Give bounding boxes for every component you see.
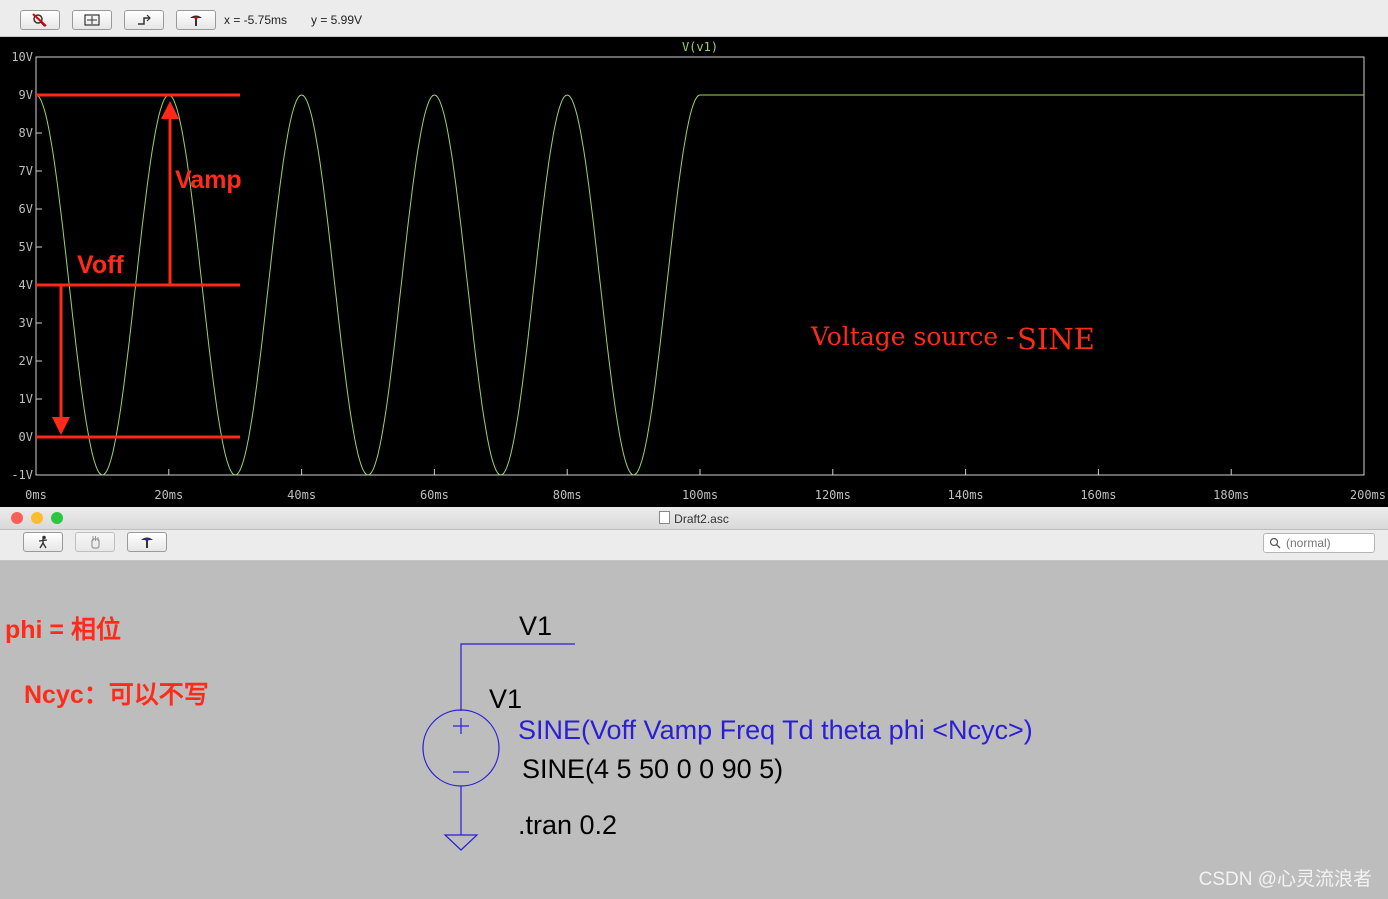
cursor-x-readout: x = -5.75ms <box>224 13 288 27</box>
x-tick-label: 200ms <box>1350 488 1386 502</box>
hand-icon <box>91 536 100 549</box>
component-name-v1[interactable]: V1 <box>489 684 522 715</box>
search-box[interactable] <box>1263 533 1375 553</box>
trace-title[interactable]: V(v1) <box>682 40 718 54</box>
annotation-phi: phi = 相位 <box>5 616 121 644</box>
y-tick-label: 8V <box>19 126 33 140</box>
run-icon <box>38 535 48 549</box>
zoom-back-icon <box>138 14 151 25</box>
x-tick-label: 140ms <box>948 488 984 502</box>
schematic-toolbar <box>0 530 1388 561</box>
x-tick-label: 160ms <box>1080 488 1116 502</box>
y-tick-label: 2V <box>19 354 33 368</box>
search-input[interactable] <box>1286 536 1371 550</box>
watermark: CSDN @心灵流浪者 <box>1198 869 1372 890</box>
annot-vamp-arrowhead <box>161 101 179 119</box>
zoom-full-icon <box>84 14 100 26</box>
annotation-title-sine: SINE <box>1017 322 1095 356</box>
y-tick-label: -1V <box>11 468 33 482</box>
halt-button[interactable] <box>75 532 115 552</box>
annotation-title-prefix: Voltage source - <box>811 322 1015 351</box>
y-tick-label: 6V <box>19 202 33 216</box>
y-tick-label: 0V <box>19 430 33 444</box>
cursor-y-readout: y = 5.99V <box>311 13 363 27</box>
zoom-back-button[interactable] <box>124 10 164 30</box>
annotation-vamp: Vamp <box>175 166 242 194</box>
probe-icon <box>141 537 153 548</box>
ground-symbol[interactable] <box>443 834 479 851</box>
spice-directive[interactable]: .tran 0.2 <box>518 810 617 841</box>
x-tick-label: 40ms <box>287 488 316 502</box>
component-value[interactable]: SINE(4 5 50 0 0 90 5) <box>522 754 783 785</box>
zoom-cancel-icon <box>32 13 47 27</box>
run-button[interactable] <box>23 532 63 552</box>
zoom-full-button[interactable] <box>72 10 112 30</box>
probe-icon <box>190 15 202 26</box>
schematic-canvas[interactable]: V1 V1 SINE(Voff Vamp Freq Td theta phi <… <box>0 561 1388 899</box>
y-tick-label: 10V <box>11 50 33 64</box>
x-tick-label: 180ms <box>1213 488 1249 502</box>
document-icon <box>659 511 671 524</box>
annot-voff-arrowhead <box>52 417 70 435</box>
y-tick-label: 7V <box>19 164 33 178</box>
y-tick-label: 5V <box>19 240 33 254</box>
x-tick-label: 80ms <box>553 488 582 502</box>
plot-frame <box>35 56 1365 476</box>
waveform-plot[interactable]: 10V 9V 8V 7V 6V 5V 4V 3V 2V 1V 0V -1V 0ms 20ms 40ms 60m… <box>0 37 1388 507</box>
x-tick-label: 20ms <box>154 488 183 502</box>
y-tick-label: 9V <box>19 88 33 102</box>
schematic-titlebar: Draft2.asc <box>0 507 1388 530</box>
net-label-v1[interactable]: V1 <box>519 611 552 642</box>
annotation-ncyc: Ncyc：可以不写 <box>24 681 209 709</box>
annotation-overlay <box>36 93 240 439</box>
sine-syntax-hint: SINE(Voff Vamp Freq Td theta phi <Ncyc>) <box>518 715 1033 745</box>
zoom-cancel-button[interactable] <box>20 10 60 30</box>
x-tick-label: 60ms <box>420 488 449 502</box>
waveform-chart[interactable]: 10V 9V 8V 7V 6V 5V 4V 3V 2V 1V 0V -1V 0ms 20ms 40ms 60m… <box>0 37 1388 507</box>
y-tick-label: 1V <box>19 392 33 406</box>
x-tick-label: 100ms <box>682 488 718 502</box>
x-tick-label: 120ms <box>815 488 851 502</box>
y-tick-label: 3V <box>19 316 33 330</box>
waveform-toolbar: x = -5.75ms y = 5.99V <box>0 0 1388 37</box>
search-icon <box>1269 537 1281 549</box>
annotation-voff: Voff <box>77 251 124 279</box>
x-tick-label: 0ms <box>25 488 47 502</box>
window-title-text: Draft2.asc <box>674 512 729 526</box>
window-title: Draft2.asc <box>0 511 1388 526</box>
probe-button[interactable] <box>176 10 216 30</box>
y-tick-label: 4V <box>19 278 33 292</box>
schematic-probe-button[interactable] <box>127 532 167 552</box>
